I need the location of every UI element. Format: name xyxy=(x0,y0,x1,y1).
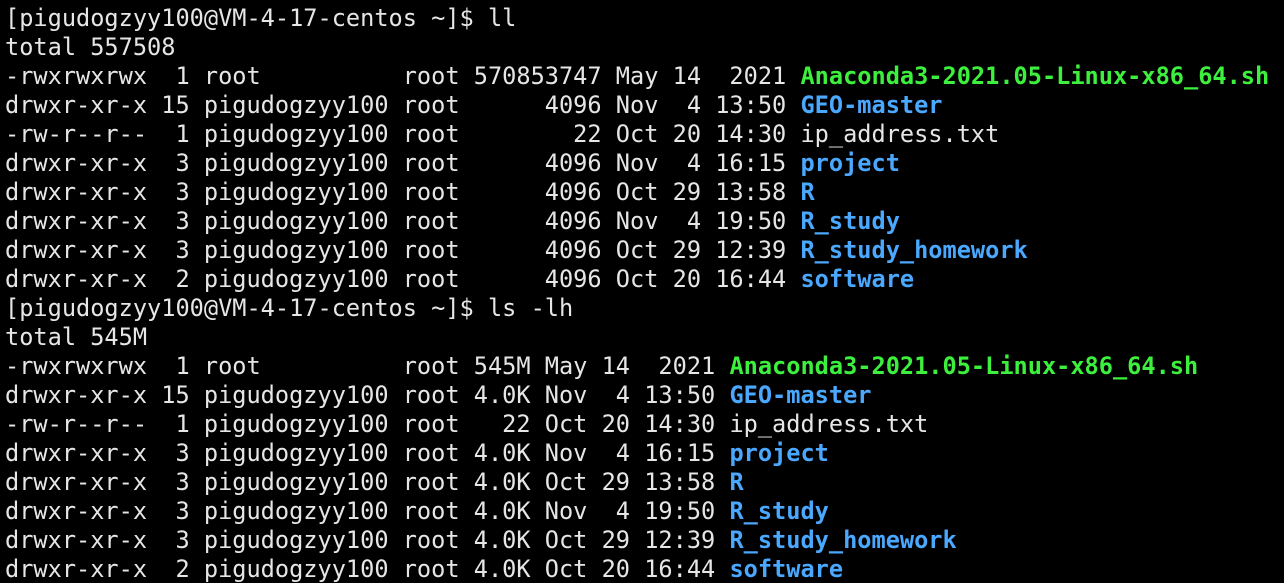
file-metadata: drwxr-xr-x 3 pigudogzyy100 root 4.0K Oct… xyxy=(5,468,730,496)
file-metadata: drwxr-xr-x 15 pigudogzyy100 root 4.0K No… xyxy=(5,381,730,409)
file-metadata: -rwxrwxrwx 1 root root 570853747 May 14 … xyxy=(5,62,801,90)
listing-row: drwxr-xr-x 2 pigudogzyy100 root 4096 Oct… xyxy=(5,265,1284,294)
executable-filename: Anaconda3-2021.05-Linux-x86_64.sh xyxy=(800,62,1270,90)
prompt-text: [pigudogzyy100@VM-4-17-centos ~]$ ll xyxy=(5,4,517,32)
listing-row: drwxr-xr-x 3 pigudogzyy100 root 4096 Nov… xyxy=(5,207,1284,236)
directory-name: R xyxy=(729,468,744,496)
terminal-window[interactable]: [pigudogzyy100@VM-4-17-centos ~]$ ll tot… xyxy=(0,0,1284,583)
file-metadata: drwxr-xr-x 15 pigudogzyy100 root 4096 No… xyxy=(5,91,801,119)
directory-name: GEO-master xyxy=(800,91,943,119)
listing-row: drwxr-xr-x 3 pigudogzyy100 root 4096 Oct… xyxy=(5,236,1284,265)
directory-name: R_study xyxy=(800,207,900,235)
total-text: total 557508 xyxy=(5,33,176,61)
file-metadata: drwxr-xr-x 3 pigudogzyy100 root 4.0K Nov… xyxy=(5,497,730,525)
directory-name: software xyxy=(800,265,915,293)
directory-name: R_study xyxy=(729,497,829,525)
plain-filename: ip_address.txt xyxy=(800,120,1000,148)
directory-name: R_study_homework xyxy=(800,236,1028,264)
file-metadata: drwxr-xr-x 3 pigudogzyy100 root 4.0K Oct… xyxy=(5,526,730,554)
terminal-output-line: total 545M xyxy=(5,323,1284,352)
prompt-text: [pigudogzyy100@VM-4-17-centos ~]$ ls -lh xyxy=(5,294,574,322)
directory-name: R_study_homework xyxy=(729,526,957,554)
listing-row: drwxr-xr-x 3 pigudogzyy100 root 4.0K Oct… xyxy=(5,526,1284,555)
listing-row: drwxr-xr-x 3 pigudogzyy100 root 4.0K Oct… xyxy=(5,468,1284,497)
directory-name: R xyxy=(800,178,815,206)
file-metadata: drwxr-xr-x 3 pigudogzyy100 root 4096 Oct… xyxy=(5,178,801,206)
listing-row: -rwxrwxrwx 1 root root 545M May 14 2021 … xyxy=(5,352,1284,381)
directory-name: GEO-master xyxy=(729,381,872,409)
terminal-prompt-line: [pigudogzyy100@VM-4-17-centos ~]$ ll xyxy=(5,4,1284,33)
listing-row: -rw-r--r-- 1 pigudogzyy100 root 22 Oct 2… xyxy=(5,120,1284,149)
listing-row: drwxr-xr-x 15 pigudogzyy100 root 4.0K No… xyxy=(5,381,1284,410)
listing-row: drwxr-xr-x 3 pigudogzyy100 root 4.0K Nov… xyxy=(5,497,1284,526)
plain-filename: ip_address.txt xyxy=(729,410,929,438)
file-metadata: drwxr-xr-x 3 pigudogzyy100 root 4096 Oct… xyxy=(5,236,801,264)
listing-row: drwxr-xr-x 3 pigudogzyy100 root 4.0K Nov… xyxy=(5,439,1284,468)
directory-name: project xyxy=(729,439,829,467)
directory-name: project xyxy=(800,149,900,177)
listing-row: drwxr-xr-x 3 pigudogzyy100 root 4096 Oct… xyxy=(5,178,1284,207)
file-metadata: -rw-r--r-- 1 pigudogzyy100 root 22 Oct 2… xyxy=(5,120,801,148)
listing-row: drwxr-xr-x 2 pigudogzyy100 root 4.0K Oct… xyxy=(5,555,1284,583)
listing-row: drwxr-xr-x 15 pigudogzyy100 root 4096 No… xyxy=(5,91,1284,120)
file-metadata: drwxr-xr-x 3 pigudogzyy100 root 4.0K Nov… xyxy=(5,439,730,467)
file-metadata: -rwxrwxrwx 1 root root 545M May 14 2021 xyxy=(5,352,730,380)
file-metadata: drwxr-xr-x 2 pigudogzyy100 root 4096 Oct… xyxy=(5,265,801,293)
total-text: total 545M xyxy=(5,323,148,351)
listing-row: drwxr-xr-x 3 pigudogzyy100 root 4096 Nov… xyxy=(5,149,1284,178)
file-metadata: -rw-r--r-- 1 pigudogzyy100 root 22 Oct 2… xyxy=(5,410,730,438)
terminal-output-line: total 557508 xyxy=(5,33,1284,62)
directory-name: software xyxy=(729,555,844,583)
file-metadata: drwxr-xr-x 3 pigudogzyy100 root 4096 Nov… xyxy=(5,207,801,235)
listing-row: -rw-r--r-- 1 pigudogzyy100 root 22 Oct 2… xyxy=(5,410,1284,439)
terminal-prompt-line: [pigudogzyy100@VM-4-17-centos ~]$ ls -lh xyxy=(5,294,1284,323)
file-metadata: drwxr-xr-x 3 pigudogzyy100 root 4096 Nov… xyxy=(5,149,801,177)
listing-row: -rwxrwxrwx 1 root root 570853747 May 14 … xyxy=(5,62,1284,91)
executable-filename: Anaconda3-2021.05-Linux-x86_64.sh xyxy=(729,352,1199,380)
file-metadata: drwxr-xr-x 2 pigudogzyy100 root 4.0K Oct… xyxy=(5,555,730,583)
